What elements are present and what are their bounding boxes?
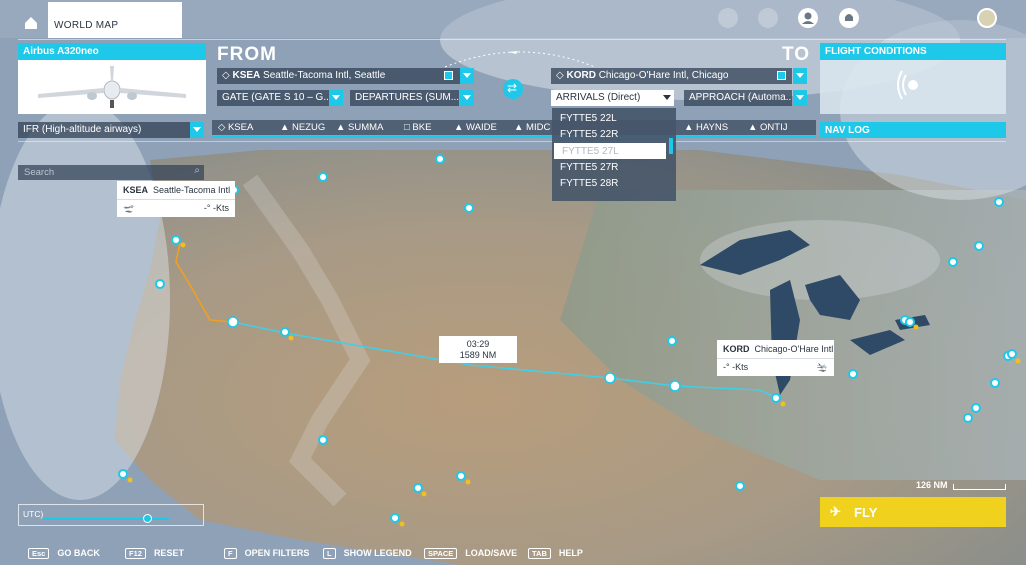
time-slider-handle[interactable] [143, 514, 152, 523]
route-divider [18, 141, 1006, 142]
arrival-airport-code: KORD [566, 70, 596, 81]
time-of-day-slider[interactable]: UTC) [18, 504, 204, 526]
departure-airport-code: KSEA [232, 70, 261, 81]
departure-procedure-select[interactable]: DEPARTURES (SUM... [350, 90, 459, 106]
search-icon[interactable]: ⌕ [194, 165, 200, 176]
waypoint-item[interactable]: ▲ NEZUG [280, 122, 325, 133]
footer-open-filters[interactable]: F OPEN FILTERS [224, 548, 309, 559]
footer-help[interactable]: TAB HELP [528, 548, 583, 559]
waypoint-item[interactable]: ▲ WAIDE [454, 122, 497, 133]
aircraft-title: Airbus A320neo [18, 43, 206, 60]
gate-dropdown[interactable] [329, 90, 343, 106]
swap-icon: ⇄ [507, 81, 518, 95]
achievements-icon[interactable] [718, 8, 738, 28]
arrival-option[interactable]: FYTTE5 27R [552, 159, 676, 175]
notifications-icon[interactable] [839, 8, 859, 28]
header-divider [18, 39, 1006, 40]
aircraft-image [38, 66, 186, 108]
departure-airport-info-icon[interactable] [444, 71, 453, 80]
arrival-option-highlighted[interactable]: FYTTE5 27L [554, 142, 666, 159]
approach-select[interactable]: APPROACH (Automa... [684, 90, 792, 106]
profile-icon[interactable] [798, 8, 818, 28]
waypoint-item[interactable]: ▲ HAYNS [684, 122, 728, 133]
pilot-avatar-icon[interactable] [977, 8, 997, 28]
departure-airport-name: Seattle-Tacoma Intl, Seattle [263, 70, 386, 81]
waypoint-item[interactable]: ▲ ONTIJ [748, 122, 788, 133]
arrival-option[interactable]: FYTTE5 22R [552, 126, 676, 142]
takeoff-icon: 🛫 [123, 203, 135, 213]
flight-conditions-card[interactable]: FLIGHT CONDITIONS [820, 43, 1006, 114]
home-button[interactable] [18, 12, 44, 34]
plane-icon: ✈ [830, 504, 841, 519]
arrival-airport-dropdown[interactable] [793, 68, 807, 84]
diamond-icon: ◇ [222, 70, 233, 81]
from-label: FROM [217, 44, 277, 65]
landing-icon: 🛬 [816, 362, 828, 372]
tab-world-map[interactable]: WORLD MAP [48, 2, 182, 38]
destination-airport-callout[interactable]: KORD Chicago-O'Hare Intl -° -Kts 🛬 [717, 340, 834, 376]
weather-icon [897, 70, 918, 100]
arrival-option[interactable]: FYTTE5 22L [552, 110, 676, 126]
arrival-options-list[interactable]: FYTTE5 22L FYTTE5 22R FYTTE5 27L FYTTE5 … [552, 108, 676, 201]
gate-select[interactable]: GATE (GATE S 10 – G... [217, 90, 329, 106]
map-scale-label: 126 NM [916, 480, 948, 490]
arrival-airport-field[interactable]: ◇ KORD Chicago-O'Hare Intl, Chicago [551, 68, 792, 84]
swap-airports-button[interactable]: ⇄ [503, 79, 523, 99]
waypoint-item[interactable]: □ BKE [404, 122, 431, 133]
aircraft-selection-card[interactable]: Airbus A320neo [18, 43, 206, 114]
departure-airport-field[interactable]: ◇ KSEA Seattle-Tacoma Intl, Seattle [217, 68, 463, 84]
origin-wind: -° -Kts [203, 203, 229, 213]
waypoint-strip[interactable]: ◇ KSEA ▲ NEZUG ▲ SUMMA □ BKE ▲ WAIDE ▲ M… [212, 120, 816, 135]
map-scale-bar [953, 484, 1006, 490]
list-scrollbar[interactable] [669, 138, 673, 154]
route-progress-line [212, 136, 816, 138]
search-input[interactable]: Search ⌕ [18, 165, 204, 180]
footer-keybinds: Esc GO BACK F12 RESET F OPEN FILTERS L SHOW … [0, 542, 1026, 565]
home-icon [25, 17, 37, 29]
destination-wind: -° -Kts [723, 362, 749, 372]
departure-procedure-dropdown[interactable] [460, 90, 474, 106]
fly-label: FLY [854, 505, 878, 520]
waypoint-item[interactable]: ◇ KSEA [218, 122, 253, 133]
flight-conditions-title: FLIGHT CONDITIONS [820, 43, 1006, 60]
origin-name: Seattle-Tacoma Intl [153, 185, 231, 195]
fly-button[interactable]: ✈ FLY [820, 497, 1006, 527]
origin-airport-callout[interactable]: KSEA Seattle-Tacoma Intl 🛫 -° -Kts [117, 181, 235, 217]
diamond-icon: ◇ [556, 70, 567, 81]
utc-label: UTC) [23, 509, 44, 519]
route-type-select[interactable]: IFR (High-altitude airways) [18, 122, 194, 138]
waypoint-item[interactable]: ▲ SUMMA [336, 122, 383, 133]
route-type-dropdown[interactable] [190, 122, 204, 138]
footer-go-back[interactable]: Esc GO BACK [28, 548, 100, 559]
destination-name: Chicago-O'Hare Intl [754, 344, 834, 354]
flight-time: 03:29 [466, 339, 490, 349]
destination-code: KORD [723, 344, 750, 354]
nav-log-button[interactable]: NAV LOG [820, 122, 1006, 138]
footer-reset[interactable]: F12 RESET [125, 548, 184, 559]
waypoint-item[interactable]: ▲ MIDC [514, 122, 550, 133]
arrival-procedure-dropdown[interactable] [660, 90, 674, 106]
arrival-airport-info-icon[interactable] [777, 71, 786, 80]
flight-summary-label: 03:29 1589 NM [439, 336, 517, 363]
to-label: TO [782, 44, 811, 65]
arrival-procedure-select[interactable]: ARRIVALS (Direct) [551, 90, 660, 106]
arrival-option[interactable]: FYTTE5 28R [552, 175, 676, 191]
origin-code: KSEA [123, 185, 149, 195]
footer-show-legend[interactable]: L SHOW LEGEND [323, 548, 412, 559]
footer-load-save[interactable]: SPACE LOAD/SAVE [424, 548, 517, 559]
arrival-airport-name: Chicago-O'Hare Intl, Chicago [598, 70, 729, 81]
flight-distance: 1589 NM [459, 350, 497, 360]
multiplayer-icon[interactable] [758, 8, 778, 28]
approach-dropdown[interactable] [793, 90, 807, 106]
